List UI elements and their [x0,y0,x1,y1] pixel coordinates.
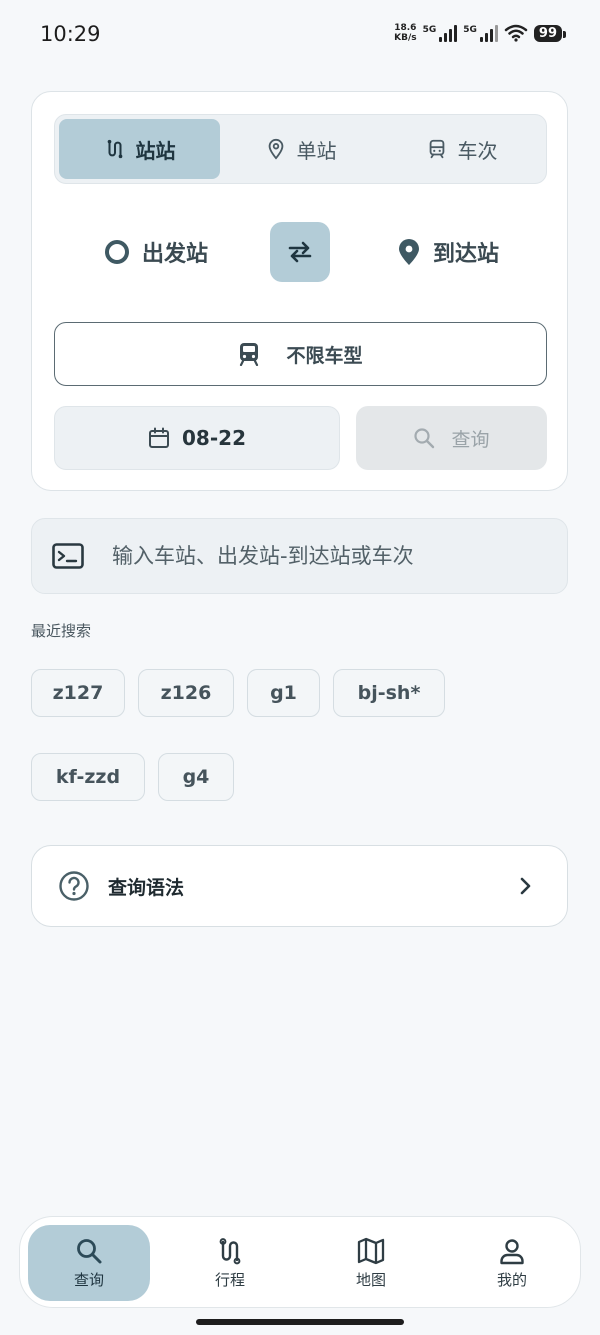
search-card: 站站 单站 车次 出发站 到达站 不限车型 08-22 查询 [31,91,568,491]
signal-bars-icon [479,24,498,42]
recent-chip[interactable]: g1 [247,669,320,717]
tab-single-station[interactable]: 单站 [220,119,381,179]
route-icon [107,139,122,159]
signal-bars-icon [439,24,458,42]
network-type-2: 5G [463,24,477,35]
command-input[interactable] [110,543,514,569]
location-pin-icon [268,138,283,160]
query-label: 查询 [451,428,490,451]
tab-train-number[interactable]: 车次 [381,119,542,179]
person-icon [500,1238,524,1264]
search-icon [77,1238,102,1263]
recent-chip[interactable]: g4 [158,753,234,801]
calendar-icon [149,427,170,448]
recent-chip[interactable]: z127 [31,669,125,717]
departure-station-button[interactable]: 出发站 [104,222,208,282]
command-input-box[interactable] [31,518,568,594]
train-icon [240,343,259,366]
home-indicator[interactable] [196,1319,404,1325]
network-type-1: 5G [422,24,437,35]
query-syntax-label: 查询语法 [108,876,185,899]
nav-trips[interactable]: 行程 [169,1225,291,1301]
train-type-label: 不限车型 [286,344,363,367]
bottom-navigation: 查询 行程 地图 我的 [19,1216,581,1308]
terminal-icon [52,543,84,569]
date-label: 08-22 [182,426,246,450]
battery-indicator: 99 [533,24,567,42]
nav-label: 行程 [214,1270,245,1289]
help-circle-icon [59,871,89,901]
search-mode-tabs: 站站 单站 车次 [54,114,547,184]
arrival-station-button[interactable]: 到达站 [397,222,499,282]
train-icon [429,139,444,159]
tab-label: 站站 [135,138,176,163]
tab-label: 单站 [296,138,337,163]
tab-station-to-station[interactable]: 站站 [59,119,220,179]
route-icon [219,1237,241,1264]
map-icon [357,1237,385,1264]
circle-outline-icon [105,240,129,264]
station-selector: 出发站 到达站 [54,222,547,282]
network-speed: 18.6 KB/s [394,23,416,43]
search-icon [414,428,435,449]
train-type-button[interactable]: 不限车型 [54,322,547,386]
status-bar: 10:29 18.6 KB/s 5G 5G 99 [0,0,600,72]
date-picker-button[interactable]: 08-22 [54,406,340,470]
recent-searches-title: 最近搜索 [31,622,92,640]
location-pin-filled-icon [398,239,419,265]
wifi-icon [504,24,528,42]
nav-profile[interactable]: 我的 [451,1225,573,1301]
recent-chip[interactable]: bj-sh* [333,669,445,717]
nav-map[interactable]: 地图 [310,1225,432,1301]
signal-1: 5G [422,24,458,42]
signal-2: 5G [463,24,498,42]
recent-chip[interactable]: z126 [138,669,234,717]
status-time: 10:29 [40,22,101,46]
recent-chip[interactable]: kf-zzd [31,753,145,801]
departure-station-label: 出发站 [142,242,209,267]
swap-arrows-icon [288,241,312,263]
nav-label: 地图 [355,1270,386,1289]
tab-label: 车次 [457,138,498,163]
arrival-station-label: 到达站 [432,242,499,267]
query-button[interactable]: 查询 [356,406,547,470]
query-syntax-button[interactable]: 查询语法 [31,845,568,927]
chevron-right-icon [520,877,531,895]
nav-query[interactable]: 查询 [28,1225,150,1301]
nav-label: 查询 [73,1270,104,1289]
network-speed-value: 18.6 [394,23,417,33]
swap-stations-button[interactable] [270,222,330,282]
status-icons: 18.6 KB/s 5G 5G 99 [394,23,567,43]
network-speed-unit: KB/s [394,33,417,43]
nav-label: 我的 [496,1270,527,1289]
